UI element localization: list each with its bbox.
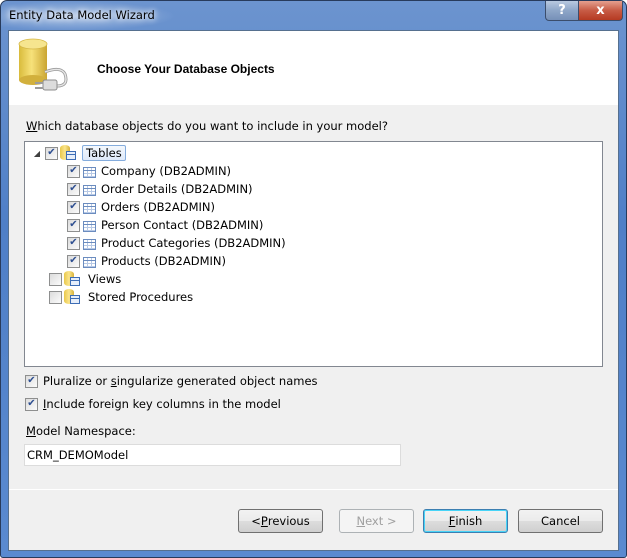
table-icon — [83, 202, 96, 214]
tree-node-table[interactable]: Product Categories (DB2ADMIN) — [67, 234, 288, 252]
wizard-header: Choose Your Database Objects — [9, 31, 618, 105]
table-icon — [83, 184, 96, 196]
tree-node-label: Order Details (DB2ADMIN) — [101, 182, 253, 196]
table-checkbox[interactable] — [67, 200, 80, 214]
close-icon: x — [596, 3, 605, 18]
title-bar[interactable]: Entity Data Model Wizard ? x — [1, 1, 626, 31]
tree-prompt-label: Which database objects do you want to in… — [26, 119, 388, 133]
cancel-button[interactable]: Cancel — [518, 509, 603, 533]
pluralize-option[interactable]: Pluralize or singularize generated objec… — [25, 374, 318, 388]
tree-node-table[interactable]: Company (DB2ADMIN) — [67, 162, 233, 180]
model-namespace-input[interactable] — [24, 444, 401, 466]
close-button[interactable]: x — [578, 1, 623, 21]
foreign-keys-option[interactable]: Include foreign key columns in the model — [25, 397, 281, 411]
tree-node-tables[interactable]: ◢ Tables — [33, 144, 126, 162]
page-title: Choose Your Database Objects — [97, 62, 275, 76]
views-checkbox[interactable] — [49, 272, 62, 286]
window-title: Entity Data Model Wizard — [9, 8, 155, 22]
tree-node-stored-procedures[interactable]: Stored Procedures — [49, 288, 195, 306]
help-button[interactable]: ? — [545, 1, 579, 21]
tree-node-label: Person Contact (DB2ADMIN) — [101, 218, 264, 232]
table-icon — [83, 238, 96, 250]
pluralize-checkbox[interactable] — [25, 374, 38, 388]
foreign-keys-checkbox[interactable] — [25, 397, 38, 411]
previous-button[interactable]: < Previous — [238, 509, 323, 533]
tree-node-label: Tables — [82, 145, 126, 161]
tree-node-label: Product Categories (DB2ADMIN) — [101, 236, 286, 250]
tree-node-label: Products (DB2ADMIN) — [101, 254, 226, 268]
table-icon — [83, 166, 96, 178]
tables-checkbox[interactable] — [45, 146, 58, 160]
stored-procedures-folder-icon — [64, 289, 82, 305]
table-checkbox[interactable] — [67, 182, 80, 196]
wizard-window: Entity Data Model Wizard ? x Choose Your… — [0, 0, 627, 558]
foreign-keys-label: Include foreign key columns in the model — [43, 397, 281, 411]
tree-node-label: Orders (DB2ADMIN) — [101, 200, 216, 214]
table-checkbox[interactable] — [67, 236, 80, 250]
tables-folder-icon — [60, 145, 78, 161]
pluralize-label: Pluralize or singularize generated objec… — [43, 374, 318, 388]
tree-node-table[interactable]: Products (DB2ADMIN) — [67, 252, 228, 270]
table-checkbox[interactable] — [67, 164, 80, 178]
tree-node-label: Company (DB2ADMIN) — [101, 164, 232, 178]
database-plug-icon — [18, 38, 68, 91]
tree-node-label: Views — [88, 272, 122, 286]
table-checkbox[interactable] — [67, 254, 80, 268]
help-icon: ? — [558, 3, 566, 18]
expand-collapse-icon[interactable]: ◢ — [33, 149, 41, 158]
tree-node-table[interactable]: Order Details (DB2ADMIN) — [67, 180, 255, 198]
tree-node-table[interactable]: Person Contact (DB2ADMIN) — [67, 216, 265, 234]
table-icon — [83, 256, 96, 268]
button-separator — [9, 489, 618, 490]
tree-node-table[interactable]: Orders (DB2ADMIN) — [67, 198, 217, 216]
stored-procedures-checkbox[interactable] — [49, 290, 62, 304]
next-button[interactable]: Next > — [339, 509, 414, 533]
database-objects-tree[interactable]: ◢ Tables Company (DB2ADMIN) Order Detail… — [24, 141, 603, 367]
tree-node-label: Stored Procedures — [88, 290, 194, 304]
table-icon — [83, 220, 96, 232]
model-namespace-label: Model Namespace: — [26, 424, 136, 438]
table-checkbox[interactable] — [67, 218, 80, 232]
views-folder-icon — [64, 271, 82, 287]
finish-button[interactable]: Finish — [423, 509, 508, 533]
dialog-client-area: Choose Your Database Objects Which datab… — [8, 30, 619, 551]
tree-node-views[interactable]: Views — [49, 270, 123, 288]
